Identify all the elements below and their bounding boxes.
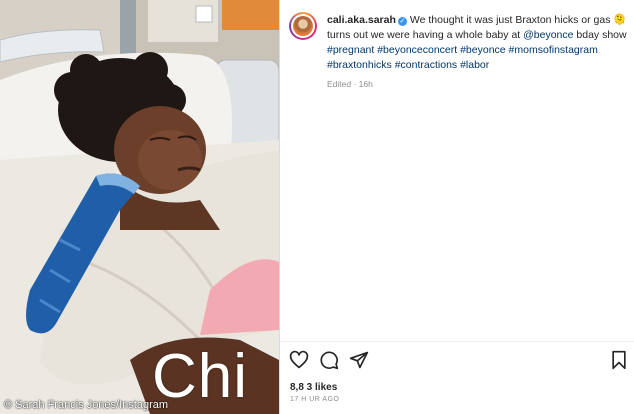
hashtags[interactable]: #pregnant #beyonceconcert #beyonce #moms… xyxy=(327,44,598,71)
post-photo[interactable]: Chi © Sarah Francis Jones/Instagram xyxy=(0,0,279,414)
bookmark-icon[interactable] xyxy=(609,350,629,375)
actions-divider xyxy=(280,341,634,342)
avatar[interactable] xyxy=(289,12,317,40)
username-link[interactable]: cali.aka.sarah xyxy=(327,14,396,26)
action-bar xyxy=(289,350,629,374)
comment-icon[interactable] xyxy=(319,350,339,375)
mention-link[interactable]: @beyonce xyxy=(523,29,573,41)
verified-badge-icon: ✓ xyxy=(397,17,407,26)
caption-text-end: bday show xyxy=(573,29,627,41)
share-icon[interactable] xyxy=(349,350,369,375)
edited-timestamp: Edited · 16h xyxy=(327,79,373,89)
heart-icon[interactable] xyxy=(289,350,309,375)
photo-credit: © Sarah Francis Jones/Instagram xyxy=(4,399,169,411)
caption: cali.aka.sarah ✓ We thought it was just Br… xyxy=(327,13,627,92)
post-timestamp: 17 H UR AGO xyxy=(290,396,340,403)
likes-count[interactable]: 8,8 3 likes xyxy=(290,382,337,393)
panel-divider xyxy=(279,0,280,414)
